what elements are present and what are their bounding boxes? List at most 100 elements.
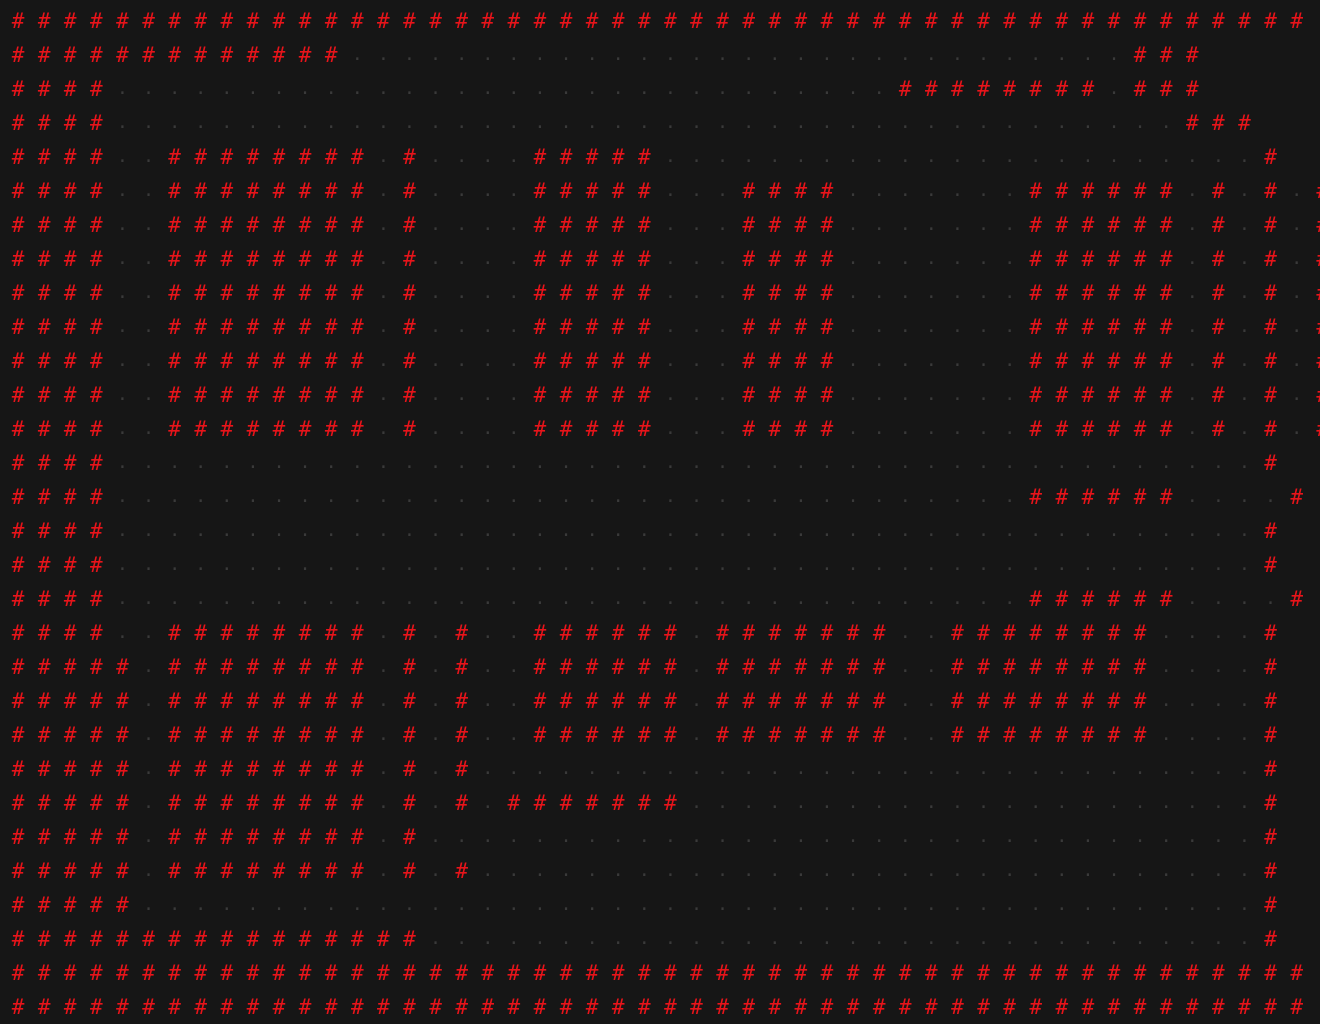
floor-tile: . (1134, 554, 1146, 575)
wall-tile: # (1029, 315, 1043, 339)
wall-tile: # (11, 417, 25, 441)
wall-tile: # (350, 961, 364, 985)
floor-tile: . (534, 860, 546, 881)
wall-tile: # (664, 655, 677, 679)
floor-tile: . (952, 214, 963, 235)
wall-tile: # (37, 383, 51, 407)
wall-tile: # (11, 179, 25, 203)
wall-tile: # (324, 43, 338, 67)
floor-tile: . (664, 520, 676, 541)
wall-tile: # (1081, 349, 1095, 373)
wall-tile: # (272, 383, 286, 407)
floor-tile: . (430, 520, 441, 541)
wall-tile: # (1264, 825, 1277, 849)
wall-tile: # (350, 757, 364, 781)
floor-tile: . (1082, 860, 1094, 881)
floor-tile: . (508, 282, 520, 303)
wall-tile: # (585, 9, 599, 33)
wall-tile: # (1055, 417, 1069, 441)
floor-tile: . (1082, 792, 1094, 813)
floor-tile: . (430, 282, 441, 303)
wall-tile: # (324, 791, 338, 815)
wall-tile: # (637, 961, 651, 985)
floor-tile: . (743, 44, 755, 65)
wall-tile: # (403, 791, 416, 815)
wall-tile: # (194, 9, 208, 33)
wall-tile: # (168, 349, 181, 373)
floor-tile: . (978, 316, 989, 337)
floor-tile: . (1030, 792, 1042, 813)
floor-tile: . (117, 214, 128, 235)
wall-tile: # (1003, 689, 1016, 713)
wall-tile: # (1212, 349, 1225, 373)
wall-tile: # (455, 621, 468, 645)
floor-tile: . (430, 928, 441, 949)
wall-tile: # (637, 723, 651, 747)
wall-tile: # (63, 43, 77, 67)
wall-tile: # (1133, 655, 1147, 679)
floor-tile: . (143, 112, 154, 133)
wall-tile: # (403, 9, 416, 33)
wall-tile: # (455, 995, 468, 1019)
wall-tile: # (272, 723, 286, 747)
wall-tile: # (63, 145, 77, 169)
wall-tile: # (1159, 213, 1173, 237)
wall-tile: # (1003, 995, 1016, 1019)
wall-tile: # (37, 77, 51, 101)
floor-tile: . (117, 622, 128, 643)
map-row: # # # #.. # # # # # # # #. #.... # # # # #...............… (5, 140, 1315, 174)
wall-tile: # (1212, 315, 1225, 339)
floor-tile: . (351, 894, 363, 915)
wall-tile: # (194, 349, 208, 373)
floor-tile: . (769, 758, 781, 779)
floor-tile: . (925, 384, 937, 405)
floor-tile: . (377, 384, 389, 405)
floor-tile: . (847, 316, 859, 337)
wall-tile: # (350, 9, 364, 33)
floor-tile: . (691, 758, 702, 779)
floor-tile: . (482, 418, 494, 439)
floor-tile: . (925, 588, 937, 609)
floor-tile: . (925, 214, 937, 235)
wall-tile: # (350, 213, 364, 237)
wall-tile: # (1264, 791, 1277, 815)
floor-tile: . (1239, 792, 1250, 813)
floor-tile: . (508, 894, 520, 915)
floor-tile: . (978, 792, 989, 813)
wall-tile: # (11, 519, 25, 543)
floor-tile: . (821, 758, 833, 779)
floor-tile: . (717, 146, 728, 167)
wall-tile: # (90, 689, 103, 713)
floor-tile: . (691, 792, 702, 813)
floor-tile: . (847, 384, 859, 405)
wall-tile: # (820, 179, 834, 203)
floor-tile: . (1186, 758, 1198, 779)
floor-tile: . (638, 554, 650, 575)
floor-tile: . (847, 44, 859, 65)
floor-tile: . (1265, 588, 1276, 609)
floor-tile: . (1004, 44, 1016, 65)
floor-tile: . (169, 452, 181, 473)
wall-tile: # (1003, 77, 1016, 101)
floor-tile: . (795, 486, 807, 507)
wall-tile: # (1264, 383, 1277, 407)
wall-tile: # (246, 213, 260, 237)
floor-tile: . (482, 384, 494, 405)
floor-tile: . (717, 554, 728, 575)
floor-tile: . (195, 520, 207, 541)
floor-tile: . (1004, 146, 1016, 167)
floor-tile: . (508, 214, 520, 235)
wall-tile: # (11, 553, 25, 577)
wall-tile: # (585, 995, 599, 1019)
floor-tile: . (1186, 180, 1198, 201)
floor-tile: . (1239, 146, 1250, 167)
floor-tile: . (586, 758, 598, 779)
floor-tile: . (482, 78, 494, 99)
wall-tile: # (220, 247, 234, 271)
wall-tile: # (220, 791, 234, 815)
wall-tile: # (1290, 485, 1303, 509)
wall-tile: # (742, 383, 755, 407)
wall-tile: # (403, 349, 416, 373)
wall-tile: # (1290, 587, 1303, 611)
floor-tile: . (117, 384, 128, 405)
